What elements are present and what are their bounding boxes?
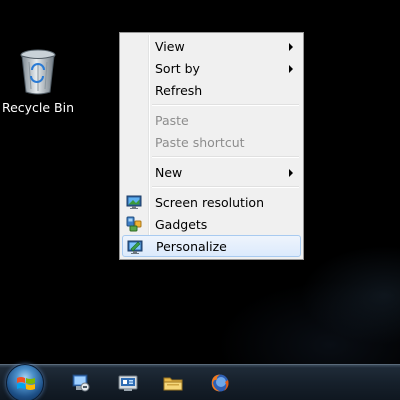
menu-separator (152, 183, 301, 191)
taskbar-windows-explorer-button[interactable] (159, 369, 187, 397)
start-button[interactable] (6, 364, 44, 400)
menu-item-screen-resolution[interactable]: Screen resolution (122, 191, 301, 213)
menu-item-new[interactable]: New (122, 161, 301, 183)
desktop-icon-label: Recycle Bin (1, 100, 75, 115)
gadgets-icon (126, 216, 142, 232)
control-panel-icon (72, 374, 90, 392)
menu-item-label: View (155, 38, 185, 54)
menu-item-paste: Paste (122, 109, 301, 131)
device-manager-icon (118, 375, 138, 391)
taskbar-firefox-button[interactable] (206, 369, 234, 397)
windows-explorer-icon (163, 377, 183, 391)
desktop-context-menu: View Sort by Refresh Paste Paste shortcu… (119, 32, 304, 260)
desktop-icon-recycle-bin[interactable]: Recycle Bin (0, 48, 76, 115)
recycle-bin-icon (20, 49, 56, 95)
menu-item-label: Paste shortcut (155, 134, 245, 150)
firefox-icon (211, 374, 229, 392)
menu-item-sort-by[interactable]: Sort by (122, 57, 301, 79)
taskbar (0, 364, 400, 400)
menu-item-personalize[interactable]: Personalize (122, 235, 301, 257)
menu-item-label: Refresh (155, 82, 203, 98)
menu-item-label: Gadgets (155, 216, 208, 232)
menu-separator (152, 153, 301, 161)
menu-item-paste-shortcut: Paste shortcut (122, 131, 301, 153)
personalize-icon (127, 240, 143, 254)
menu-item-view[interactable]: View (122, 35, 301, 57)
submenu-arrow-icon (289, 43, 293, 51)
submenu-arrow-icon (289, 169, 293, 177)
menu-item-label: Screen resolution (155, 194, 265, 210)
windows-logo-icon (17, 377, 35, 390)
menu-item-label: Paste (155, 112, 189, 128)
menu-item-label: Personalize (156, 238, 227, 254)
taskbar-control-panel-button[interactable] (67, 369, 95, 397)
menu-separator (152, 101, 301, 109)
menu-item-gadgets[interactable]: Gadgets (122, 213, 301, 235)
menu-item-refresh[interactable]: Refresh (122, 79, 301, 101)
screen-resolution-icon (126, 195, 142, 209)
menu-item-label: New (155, 164, 183, 180)
taskbar-device-manager-button[interactable] (114, 369, 142, 397)
submenu-arrow-icon (289, 65, 293, 73)
menu-item-label: Sort by (155, 60, 200, 76)
